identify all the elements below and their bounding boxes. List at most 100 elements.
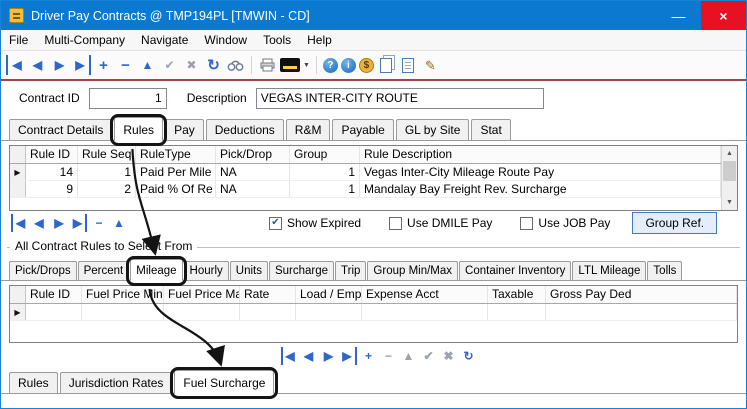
nav-first-icon[interactable]: ◀ — [281, 347, 297, 365]
prior-record-icon[interactable]: ◀ — [28, 55, 47, 75]
nav-cancel-icon[interactable]: ✖ — [441, 347, 457, 365]
tab-rules-bottom[interactable]: Rules — [9, 372, 58, 393]
tab-pay[interactable]: Pay — [165, 119, 204, 140]
tab-mileage[interactable]: Mileage — [130, 259, 182, 281]
group-ref-button[interactable]: Group Ref. — [632, 212, 717, 234]
col-pick-drop[interactable]: Pick/Drop — [216, 146, 290, 163]
tab-contract-details[interactable]: Contract Details — [9, 119, 112, 140]
nav-save-icon[interactable]: ✔ — [421, 347, 437, 365]
nav-refresh-icon[interactable]: ↻ — [461, 347, 477, 365]
web-help-icon[interactable]: ? — [323, 58, 338, 73]
description-input[interactable] — [256, 88, 544, 109]
tab-payable[interactable]: Payable — [332, 119, 393, 140]
tab-rules[interactable]: Rules — [114, 117, 163, 141]
use-job-pay-checkbox[interactable]: Use JOB Pay — [520, 216, 610, 230]
tab-trip[interactable]: Trip — [335, 261, 366, 280]
col-group[interactable]: Group — [290, 146, 360, 163]
col-rule-description[interactable]: Rule Description — [360, 146, 721, 163]
menu-item-navigate[interactable]: Navigate — [133, 30, 196, 51]
table-row[interactable]: 9 2 Paid % Of Re NA 1 Mandalay Bay Freig… — [10, 181, 721, 198]
nav-add-icon[interactable]: + — [361, 347, 377, 365]
nav-move-up-icon[interactable]: ▲ — [111, 214, 127, 232]
scroll-thumb[interactable] — [723, 161, 736, 181]
next-record-icon[interactable]: ▶ — [50, 55, 69, 75]
col-rule-seq[interactable]: Rule Seq — [78, 146, 136, 163]
tab-tolls[interactable]: Tolls — [647, 261, 682, 280]
select-rules-grid: Rule ID Fuel Price Min Fuel Price Max Ra… — [9, 285, 738, 343]
nav-delete-icon[interactable]: − — [91, 214, 107, 232]
tab-rm[interactable]: R&M — [286, 119, 331, 140]
col-rule-id[interactable]: Rule ID — [26, 286, 82, 303]
nav-next-icon[interactable]: ▶ — [321, 347, 337, 365]
print-icon[interactable] — [258, 55, 277, 75]
nav-next-icon[interactable]: ▶ — [51, 214, 67, 232]
table-row[interactable]: ▶ 14 1 Paid Per Mile NA 1 Vegas Inter-Ci… — [10, 164, 721, 181]
tab-hourly[interactable]: Hourly — [184, 261, 229, 280]
nav-prior-icon[interactable]: ◀ — [31, 214, 47, 232]
col-rule-id[interactable]: Rule ID — [26, 146, 78, 163]
tab-deductions[interactable]: Deductions — [206, 119, 284, 140]
copy-pages-icon[interactable] — [377, 55, 396, 75]
close-button[interactable]: × — [701, 1, 746, 30]
col-fuel-price-max[interactable]: Fuel Price Max — [164, 286, 240, 303]
delete-record-icon[interactable]: − — [116, 55, 135, 75]
tab-ltl-mileage[interactable]: LTL Mileage — [572, 261, 646, 280]
menu-item-tools[interactable]: Tools — [255, 30, 299, 51]
nav-move-up-icon[interactable]: ▲ — [401, 347, 417, 365]
nav-last-icon[interactable]: ▶ — [71, 214, 87, 232]
col-expense-acct[interactable]: Expense Acct — [362, 286, 488, 303]
vertical-scrollbar[interactable]: ▲ ▼ — [721, 146, 737, 210]
contract-id-input[interactable] — [89, 88, 167, 109]
tab-jurisdiction-rates[interactable]: Jurisdiction Rates — [60, 372, 173, 393]
report-page-icon[interactable] — [399, 55, 418, 75]
tab-surcharge[interactable]: Surcharge — [269, 261, 334, 280]
col-load-empty[interactable]: Load / Empt — [296, 286, 362, 303]
refresh-icon[interactable]: ↻ — [204, 55, 223, 75]
col-rule-type[interactable]: RuleType — [136, 146, 216, 163]
last-record-icon[interactable]: ▶ — [72, 55, 91, 75]
current-row-marker-icon: ▶ — [10, 164, 26, 180]
contract-rules-grid: Rule ID Rule Seq RuleType Pick/Drop Grou… — [9, 145, 738, 211]
menu-item-help[interactable]: Help — [299, 30, 340, 51]
move-up-icon[interactable]: ▲ — [138, 55, 157, 75]
use-dmile-pay-checkbox[interactable]: Use DMILE Pay — [389, 216, 492, 230]
nav-last-icon[interactable]: ▶ — [341, 347, 357, 365]
menu-item-multi-company[interactable]: Multi-Company — [36, 30, 133, 51]
table-row[interactable]: ▶ — [10, 304, 737, 321]
tab-gl-by-site[interactable]: GL by Site — [396, 119, 470, 140]
col-taxable[interactable]: Taxable — [488, 286, 546, 303]
minimize-button[interactable]: — — [656, 1, 701, 30]
col-fuel-price-min[interactable]: Fuel Price Min — [82, 286, 164, 303]
nav-prior-icon[interactable]: ◀ — [301, 347, 317, 365]
tab-group-min-max[interactable]: Group Min/Max — [367, 261, 458, 280]
screens-dropdown-icon[interactable]: ▼ — [303, 62, 310, 69]
show-expired-checkbox[interactable]: ✔ Show Expired — [269, 216, 361, 230]
col-rate[interactable]: Rate — [240, 286, 296, 303]
money-bag-icon[interactable]: $ — [359, 58, 374, 73]
tab-percent[interactable]: Percent — [78, 261, 130, 280]
bottom-tabstrip: Rules Jurisdiction Rates Fuel Surcharge — [1, 368, 746, 394]
tab-pick-drops[interactable]: Pick/Drops — [9, 261, 77, 280]
screens-menu-icon[interactable] — [280, 58, 300, 72]
first-record-icon[interactable]: ◀ — [6, 55, 25, 75]
cancel-icon[interactable]: ✖ — [182, 55, 201, 75]
scroll-down-icon[interactable]: ▼ — [722, 195, 737, 210]
menu-item-file[interactable]: File — [1, 30, 36, 51]
scroll-track[interactable] — [722, 181, 737, 195]
tab-stat[interactable]: Stat — [471, 119, 510, 140]
nav-first-icon[interactable]: ◀ — [11, 214, 27, 232]
about-info-icon[interactable]: i — [341, 58, 356, 73]
menu-item-window[interactable]: Window — [196, 30, 255, 51]
tab-container-inventory[interactable]: Container Inventory — [459, 261, 571, 280]
tab-units[interactable]: Units — [230, 261, 268, 280]
add-record-icon[interactable]: + — [94, 55, 113, 75]
save-icon[interactable]: ✔ — [160, 55, 179, 75]
find-binoculars-icon[interactable] — [226, 55, 245, 75]
section-title: All Contract Rules to Select From — [10, 239, 197, 253]
edit-notes-icon[interactable]: ✎ — [421, 55, 440, 75]
scroll-up-icon[interactable]: ▲ — [722, 146, 737, 161]
tab-fuel-surcharge[interactable]: Fuel Surcharge — [174, 370, 274, 394]
col-gross-pay-ded[interactable]: Gross Pay Ded — [546, 286, 737, 303]
select-rules-section: All Contract Rules to Select From — [1, 237, 746, 255]
nav-delete-icon[interactable]: − — [381, 347, 397, 365]
